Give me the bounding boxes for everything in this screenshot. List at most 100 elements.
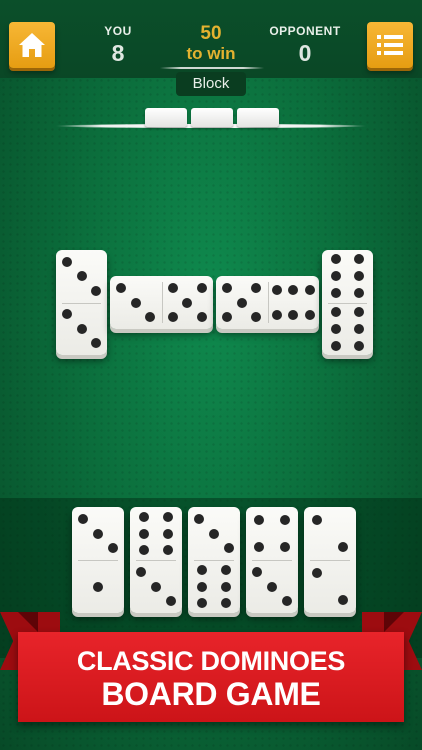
domino-divider bbox=[62, 302, 101, 304]
domino-divider bbox=[194, 560, 234, 561]
domino-pip bbox=[93, 528, 103, 539]
domino-pip bbox=[162, 545, 173, 556]
target-divider bbox=[160, 67, 264, 69]
menu-button[interactable] bbox=[367, 22, 413, 68]
domino-pip bbox=[107, 543, 118, 554]
home-button[interactable] bbox=[9, 22, 55, 68]
domino-pip bbox=[330, 306, 341, 317]
domino-pip bbox=[220, 598, 231, 609]
domino-pip bbox=[236, 297, 247, 308]
boneyard-tile[interactable] bbox=[237, 108, 279, 127]
domino-pip bbox=[220, 564, 231, 575]
domino-pip bbox=[197, 598, 208, 609]
board-domino bbox=[216, 276, 319, 329]
domino-pip bbox=[151, 581, 161, 592]
domino-pip bbox=[330, 271, 341, 282]
domino-pip bbox=[254, 515, 264, 526]
opponent-score-value: 0 bbox=[298, 40, 312, 66]
domino-pip bbox=[196, 312, 207, 323]
domino-pip bbox=[197, 581, 208, 592]
domino-pip bbox=[62, 309, 73, 320]
domino-divider bbox=[310, 560, 350, 561]
promo-banner: CLASSIC DOMINOES BOARD GAME bbox=[18, 632, 404, 722]
boneyard-tile[interactable] bbox=[191, 108, 233, 127]
domino-pip bbox=[116, 282, 127, 293]
domino-pip bbox=[93, 581, 103, 592]
domino-pip bbox=[254, 541, 264, 552]
hand-domino[interactable] bbox=[188, 507, 240, 613]
domino-pip bbox=[354, 323, 365, 334]
domino-pip bbox=[354, 306, 365, 317]
domino-pip bbox=[223, 543, 234, 554]
domino-pip bbox=[267, 581, 277, 592]
domino-divider bbox=[78, 560, 118, 561]
domino-pip bbox=[271, 309, 282, 320]
domino-pip bbox=[354, 288, 365, 299]
domino-pip bbox=[76, 271, 87, 282]
domino-pip bbox=[252, 566, 263, 577]
domino-pip bbox=[196, 282, 207, 293]
boneyard-tile[interactable] bbox=[145, 108, 187, 127]
board-domino bbox=[322, 250, 373, 355]
domino-pip bbox=[330, 288, 341, 299]
board-domino bbox=[56, 250, 107, 355]
hand-domino[interactable] bbox=[130, 507, 182, 613]
domino-pip bbox=[330, 340, 341, 351]
target-score-label: to win bbox=[186, 44, 236, 63]
domino-pip bbox=[304, 309, 315, 320]
domino-pip bbox=[354, 340, 365, 351]
domino-pip bbox=[130, 297, 141, 308]
hand-domino[interactable] bbox=[304, 507, 356, 613]
domino-pip bbox=[162, 511, 173, 522]
domino-pip bbox=[330, 323, 341, 334]
domino-pip bbox=[90, 285, 101, 296]
home-icon bbox=[19, 33, 45, 57]
opponent-score-panel: OPPONENT 0 bbox=[265, 24, 345, 67]
domino-divider bbox=[252, 560, 292, 561]
domino-pip bbox=[304, 285, 315, 296]
domino-pip bbox=[220, 581, 231, 592]
domino-pip bbox=[338, 594, 348, 605]
domino-pip bbox=[182, 297, 193, 308]
domino-pip bbox=[145, 312, 156, 323]
domino-pip bbox=[312, 515, 322, 526]
menu-list-icon bbox=[377, 35, 403, 55]
banner-title-line1: CLASSIC DOMINOES bbox=[76, 646, 346, 676]
opponent-score-label: OPPONENT bbox=[269, 24, 341, 38]
player-score-panel: YOU 8 bbox=[98, 24, 138, 67]
domino-divider bbox=[136, 560, 176, 561]
domino-pip bbox=[354, 271, 365, 282]
banner-title-line2: BOARD GAME bbox=[101, 676, 321, 712]
domino-pip bbox=[354, 254, 365, 265]
hand-domino[interactable] bbox=[72, 507, 124, 613]
domino-divider bbox=[267, 282, 269, 323]
target-score-value: 50 bbox=[200, 23, 222, 44]
domino-pip bbox=[162, 528, 173, 539]
board-domino bbox=[110, 276, 213, 329]
domino-pip bbox=[136, 566, 147, 577]
domino-divider bbox=[161, 282, 163, 323]
domino-pip bbox=[251, 282, 262, 293]
domino-pip bbox=[139, 528, 150, 539]
domino-divider bbox=[328, 302, 367, 304]
domino-pip bbox=[251, 312, 262, 323]
domino-pip bbox=[76, 323, 87, 334]
domino-pip bbox=[62, 256, 73, 267]
domino-pip bbox=[194, 513, 205, 524]
domino-pip bbox=[280, 515, 290, 526]
domino-pip bbox=[222, 282, 233, 293]
game-mode-badge: Block bbox=[176, 72, 246, 96]
domino-pip bbox=[338, 541, 348, 552]
domino-pip bbox=[288, 309, 299, 320]
player-score-value: 8 bbox=[111, 40, 125, 66]
domino-pip bbox=[222, 312, 233, 323]
domino-pip bbox=[288, 285, 299, 296]
domino-pip bbox=[197, 564, 208, 575]
domino-pip bbox=[281, 596, 292, 607]
domino-pip bbox=[312, 568, 322, 579]
hand-domino[interactable] bbox=[246, 507, 298, 613]
domino-pip bbox=[209, 528, 219, 539]
domino-pip bbox=[271, 285, 282, 296]
domino-pip bbox=[78, 513, 89, 524]
domino-pip bbox=[167, 312, 178, 323]
